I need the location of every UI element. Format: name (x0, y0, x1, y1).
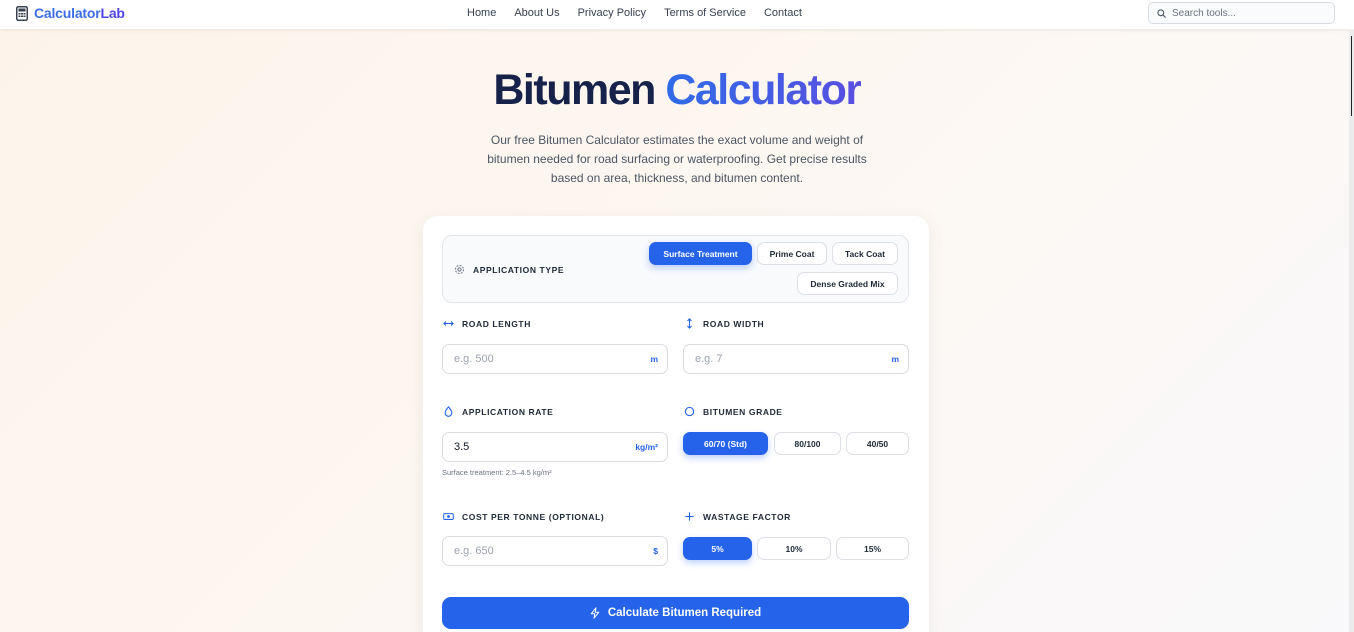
banknote-icon (443, 513, 454, 520)
road-width-unit: m (891, 354, 899, 364)
application-type-panel: APPLICATION TYPE Surface Treatment Prime… (442, 235, 909, 303)
grade-60-70-button[interactable]: 60/70 (Std) (683, 432, 768, 455)
wastage-10-button[interactable]: 10% (757, 537, 831, 560)
page-subtitle: Our free Bitumen Calculator estimates th… (487, 133, 867, 185)
cost-per-tonne-input[interactable] (454, 545, 654, 557)
cost-per-tonne-field[interactable]: $ (442, 536, 668, 566)
search-box[interactable] (1148, 2, 1335, 24)
nav-link-contact[interactable]: Contact (764, 7, 802, 19)
road-width-field[interactable]: m (683, 344, 909, 374)
calculator-icon (16, 5, 28, 21)
site-logo[interactable]: CalculatorLab (16, 5, 125, 21)
road-length-label: ROAD LENGTH (443, 318, 531, 329)
calculate-button-label: Calculate Bitumen Required (607, 607, 762, 619)
wastage-5-button[interactable]: 5% (683, 537, 752, 560)
app-type-prime-coat-button[interactable]: Prime Coat (757, 242, 827, 265)
road-width-label: ROAD WIDTH (684, 318, 764, 329)
cost-per-tonne-unit: $ (653, 546, 658, 556)
application-rate-label: APPLICATION RATE (443, 406, 553, 417)
nav-links: Home About Us Privacy Policy Terms of Se… (467, 7, 820, 19)
calculator-card: APPLICATION TYPE Surface Treatment Prime… (423, 216, 929, 632)
gear-icon (454, 264, 465, 275)
cost-per-tonne-label-text: COST PER TONNE (OPTIONAL) (462, 511, 605, 522)
road-length-unit: m (650, 354, 658, 364)
horizontal-arrows-icon (443, 321, 454, 326)
app-type-dense-graded-mix-button[interactable]: Dense Graded Mix (797, 272, 898, 295)
plus-icon (685, 512, 694, 521)
road-length-input[interactable] (454, 353, 651, 365)
app-type-surface-treatment-button[interactable]: Surface Treatment (649, 242, 752, 265)
application-rate-hint: Surface treatment: 2.5–4.5 kg/m² (442, 468, 552, 477)
search-input[interactable] (1172, 7, 1322, 19)
application-rate-input[interactable] (454, 441, 636, 453)
app-type-tack-coat-button[interactable]: Tack Coat (832, 242, 898, 265)
application-rate-label-text: APPLICATION RATE (462, 406, 554, 417)
search-icon (1157, 8, 1166, 18)
road-length-field[interactable]: m (442, 344, 668, 374)
grade-40-50-button[interactable]: 40/50 (846, 432, 909, 455)
logo-text-calculator: Calculator (34, 5, 101, 21)
wastage-factor-label-text: WASTAGE FACTOR (703, 511, 791, 522)
lightning-icon (590, 607, 600, 619)
page-scrollbar[interactable] (1349, 30, 1354, 632)
title-word-calculator: Calculator (665, 66, 862, 114)
logo-text: CalculatorLab (34, 5, 125, 21)
vertical-arrows-icon (687, 318, 692, 329)
grade-80-100-button[interactable]: 80/100 (774, 432, 841, 455)
page-title: Bitumen Calculator (0, 66, 1354, 115)
application-rate-unit: kg/m² (635, 442, 658, 452)
road-width-label-text: ROAD WIDTH (703, 318, 765, 329)
nav-link-terms-of-service[interactable]: Terms of Service (664, 7, 746, 19)
application-rate-field[interactable]: kg/m² (442, 432, 668, 462)
circle-icon (684, 406, 695, 417)
calculate-button[interactable]: Calculate Bitumen Required (442, 597, 909, 629)
application-type-label-text: APPLICATION TYPE (473, 264, 565, 275)
road-length-label-text: ROAD LENGTH (462, 318, 531, 329)
road-width-input[interactable] (695, 353, 892, 365)
bitumen-grade-label: BITUMEN GRADE (684, 406, 783, 417)
nav-link-about-us[interactable]: About Us (514, 7, 559, 19)
top-navbar: CalculatorLab Home About Us Privacy Poli… (0, 0, 1354, 29)
wastage-factor-label: WASTAGE FACTOR (684, 511, 791, 522)
nav-link-home[interactable]: Home (467, 7, 496, 19)
wastage-15-button[interactable]: 15% (836, 537, 909, 560)
nav-link-privacy-policy[interactable]: Privacy Policy (578, 7, 646, 19)
application-type-label: APPLICATION TYPE (454, 264, 564, 275)
cost-per-tonne-label: COST PER TONNE (OPTIONAL) (443, 511, 604, 522)
logo-text-lab: Lab (100, 5, 125, 21)
title-word-bitumen: Bitumen (493, 66, 656, 114)
droplet-icon (444, 406, 453, 417)
bitumen-grade-label-text: BITUMEN GRADE (703, 406, 783, 417)
